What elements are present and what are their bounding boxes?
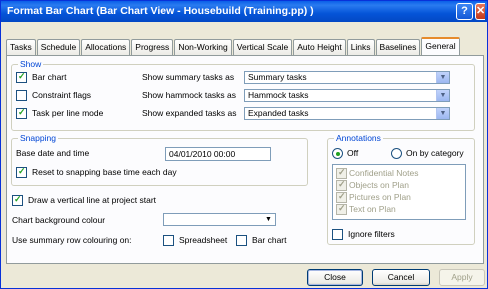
summary-bar-chart-label: Bar chart (252, 235, 287, 245)
tab-vertical-scale[interactable]: Vertical Scale (232, 39, 293, 55)
expanded-tasks-select[interactable]: Expanded tasks ▼ (244, 107, 450, 120)
annotation-categories-list[interactable]: Confidential Notes Objects on Plan Pictu… (332, 164, 466, 220)
tab-non-working[interactable]: Non-Working (174, 39, 232, 55)
chevron-down-icon[interactable]: ▼ (436, 72, 449, 83)
hammock-tasks-select[interactable]: Hammock tasks ▼ (244, 89, 450, 102)
pictures-on-plan-label: Pictures on Plan (349, 192, 411, 202)
confidential-notes-checkbox[interactable] (336, 167, 347, 179)
help-icon[interactable]: ? (456, 3, 473, 20)
snapping-group-title: Snapping (18, 133, 58, 143)
show-group-title: Show (18, 59, 44, 69)
bar-chart-checkbox[interactable] (16, 71, 27, 83)
task-per-line-checkbox[interactable] (16, 107, 27, 119)
expanded-tasks-value: Expanded tasks (248, 108, 309, 118)
general-tab-panel: Show Bar chart Constraint flags Task per… (6, 55, 484, 264)
ignore-filters-label: Ignore filters (348, 229, 395, 239)
annotations-by-category-label: On by category (406, 148, 464, 158)
spreadsheet-checkbox[interactable] (163, 235, 174, 246)
bar-chart-label: Bar chart (32, 72, 67, 82)
chart-background-select[interactable]: ▼ (163, 213, 276, 226)
chart-background-label: Chart background colour (12, 215, 106, 225)
vertical-line-label: Draw a vertical line at project start (28, 195, 157, 205)
reset-snapping-label: Reset to snapping base time each day (32, 167, 177, 177)
close-button[interactable]: Close (307, 269, 363, 286)
show-group: Show Bar chart Constraint flags Task per… (11, 59, 475, 131)
window-title: Format Bar Chart (Bar Chart View - House… (7, 5, 314, 17)
tab-progress[interactable]: Progress (131, 39, 174, 55)
text-on-plan-checkbox[interactable] (336, 203, 347, 215)
summary-bar-chart-checkbox[interactable] (236, 235, 247, 246)
summary-tasks-value: Summary tasks (248, 72, 307, 82)
tab-links[interactable]: Links (346, 39, 375, 55)
annotations-off-radio[interactable] (332, 148, 343, 159)
ignore-filters-checkbox[interactable] (332, 229, 343, 240)
hammock-tasks-value: Hammock tasks (248, 90, 309, 100)
summary-row-colouring-label: Use summary row colouring on: (12, 235, 132, 245)
objects-on-plan-checkbox[interactable] (336, 179, 347, 191)
constraint-flags-checkbox[interactable] (16, 90, 27, 101)
pictures-on-plan-checkbox[interactable] (336, 191, 347, 203)
confidential-notes-label: Confidential Notes (349, 168, 419, 178)
hammock-tasks-label: Show hammock tasks as (142, 90, 237, 100)
tab-baselines[interactable]: Baselines (375, 39, 421, 55)
annotations-off-label: Off (347, 148, 359, 158)
title-bar: Format Bar Chart (Bar Chart View - House… (1, 1, 487, 22)
cancel-button[interactable]: Cancel (372, 269, 430, 286)
spreadsheet-label: Spreadsheet (179, 235, 228, 245)
base-date-label: Base date and time (16, 148, 90, 158)
tab-allocations[interactable]: Allocations (81, 39, 131, 55)
tab-auto-height[interactable]: Auto Height (293, 39, 346, 55)
snapping-group: Snapping Base date and time 04/01/2010 0… (11, 133, 308, 186)
chevron-down-icon[interactable]: ▼ (436, 90, 449, 101)
close-icon[interactable]: ✕ (475, 3, 485, 20)
summary-tasks-select[interactable]: Summary tasks ▼ (244, 71, 450, 84)
reset-snapping-checkbox[interactable] (16, 166, 27, 178)
tab-strip: Tasks Schedule Allocations Progress Non-… (6, 37, 461, 55)
tab-tasks[interactable]: Tasks (6, 39, 36, 55)
text-on-plan-label: Text on Plan (349, 204, 396, 214)
annotations-group: Annotations Off On by category Confident… (327, 133, 475, 245)
expanded-tasks-label: Show expanded tasks as (142, 108, 237, 118)
annotations-by-category-radio[interactable] (391, 148, 402, 159)
apply-button[interactable]: Apply (439, 269, 485, 286)
base-date-input[interactable]: 04/01/2010 00:00 (165, 147, 271, 161)
annotations-group-title: Annotations (334, 133, 383, 143)
tab-schedule[interactable]: Schedule (36, 39, 81, 55)
vertical-line-checkbox[interactable] (12, 194, 23, 206)
task-per-line-label: Task per line mode (32, 108, 104, 118)
summary-tasks-label: Show summary tasks as (142, 72, 235, 82)
format-bar-chart-dialog: Format Bar Chart (Bar Chart View - House… (0, 0, 488, 289)
objects-on-plan-label: Objects on Plan (349, 180, 410, 190)
tab-general[interactable]: General (421, 37, 460, 55)
constraint-flags-label: Constraint flags (32, 90, 92, 100)
chevron-down-icon[interactable]: ▼ (262, 214, 275, 225)
chevron-down-icon[interactable]: ▼ (436, 108, 449, 119)
